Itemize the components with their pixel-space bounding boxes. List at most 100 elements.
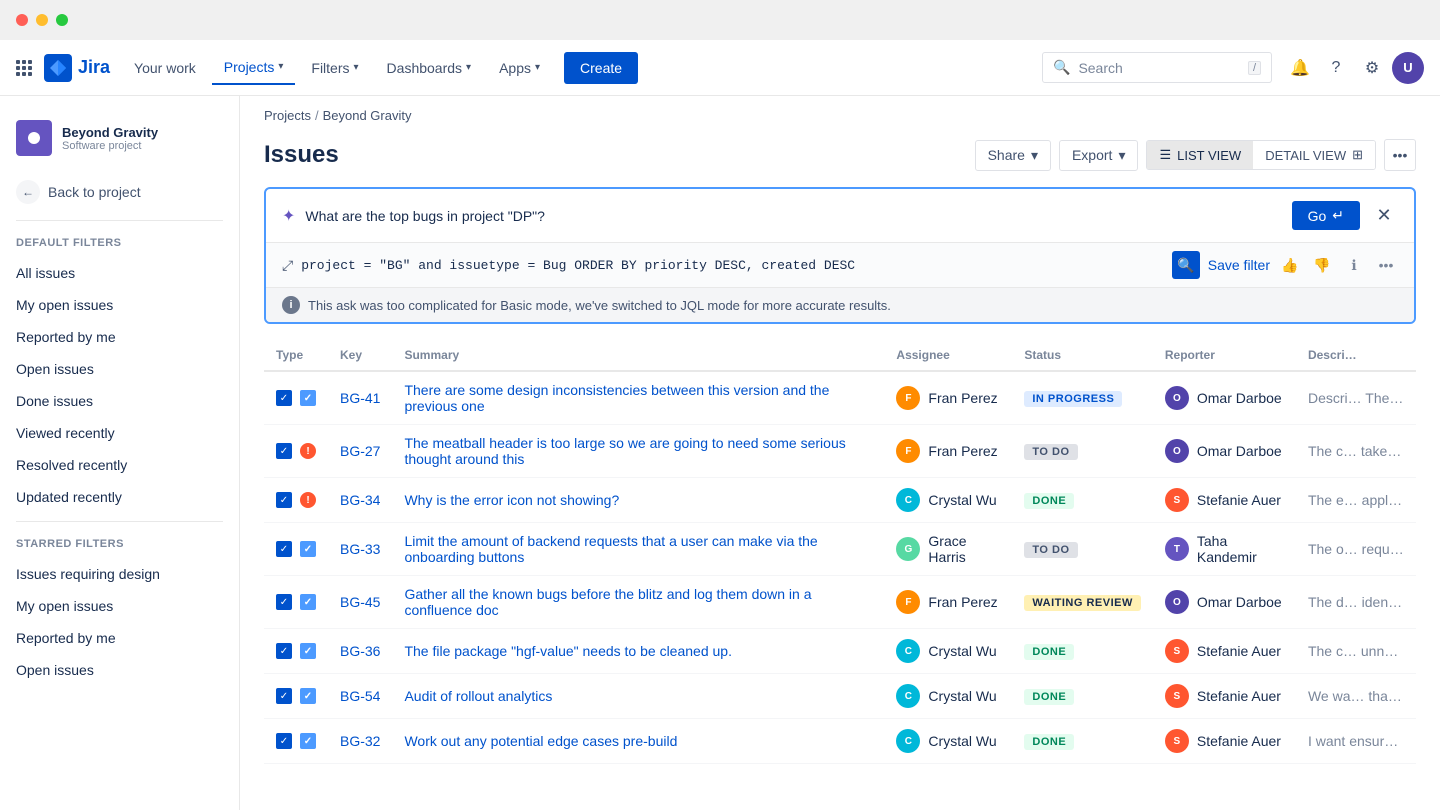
issue-key-link[interactable]: BG-33 — [340, 541, 380, 557]
detail-view-button[interactable]: DETAIL VIEW ⊞ — [1253, 141, 1375, 169]
filter-resolved-recently[interactable]: Resolved recently — [0, 449, 239, 481]
row-checkbox[interactable] — [276, 733, 292, 749]
jql-search-button[interactable]: 🔍 — [1172, 251, 1200, 279]
cell-type: ✓ — [264, 576, 328, 629]
row-checkbox[interactable] — [276, 643, 292, 659]
row-checkbox[interactable] — [276, 443, 292, 459]
filter-my-open-issues[interactable]: My open issues — [0, 289, 239, 321]
issue-key-link[interactable]: BG-41 — [340, 390, 380, 406]
grid-menu-icon[interactable] — [16, 60, 32, 76]
reporter-avatar: S — [1165, 684, 1189, 708]
issue-summary-link[interactable]: There are some design inconsistencies be… — [404, 382, 829, 414]
row-checkbox[interactable] — [276, 541, 292, 557]
issue-key-link[interactable]: BG-27 — [340, 443, 380, 459]
bug-type-icon: ! — [300, 492, 316, 508]
assignee-name: Fran Perez — [928, 594, 997, 610]
content-area: Issues Share ▾ Export ▾ ☰ LIST VIEW — [240, 123, 1440, 780]
table-row: ! BG-34 Why is the error icon not showing?… — [264, 478, 1416, 523]
filter-reported-by-me[interactable]: Reported by me — [0, 321, 239, 353]
project-type: Software project — [62, 140, 158, 152]
nav-your-work[interactable]: Your work — [122, 52, 208, 84]
filter-done-issues[interactable]: Done issues — [0, 385, 239, 417]
starred-filter-open[interactable]: Open issues — [0, 654, 239, 686]
starred-filter-my-open[interactable]: My open issues — [0, 590, 239, 622]
user-avatar[interactable]: U — [1392, 52, 1424, 84]
jql-input[interactable]: project = "BG" and issuetype = Bug ORDER… — [301, 258, 1164, 273]
thumbs-up-icon[interactable]: 👍 — [1278, 253, 1302, 277]
go-button[interactable]: Go ↵ — [1292, 201, 1360, 230]
list-view-button[interactable]: ☰ LIST VIEW — [1147, 141, 1253, 169]
settings-button[interactable]: ⚙ — [1356, 52, 1388, 84]
issue-summary-link[interactable]: Limit the amount of backend requests tha… — [404, 533, 817, 565]
project-name: Beyond Gravity — [62, 125, 158, 140]
nav-dashboards[interactable]: Dashboards ▾ — [375, 52, 484, 84]
issue-summary-link[interactable]: The meatball header is too large so we a… — [404, 435, 845, 467]
cell-assignee: CCrystal Wu — [884, 674, 1012, 719]
row-checkbox[interactable] — [276, 688, 292, 704]
starred-filter-reported[interactable]: Reported by me — [0, 622, 239, 654]
cell-reporter: SStefanie Auer — [1153, 719, 1296, 764]
jira-logo[interactable]: Jira — [44, 54, 110, 82]
cell-summary: Why is the error icon not showing? — [392, 478, 884, 523]
assignee-avatar: G — [896, 537, 920, 561]
sidebar-divider-1 — [16, 220, 223, 221]
task-type-icon: ✓ — [300, 541, 316, 557]
help-button[interactable]: ? — [1320, 52, 1352, 84]
search-shortcut: / — [1248, 61, 1261, 75]
issue-summary-link[interactable]: Audit of rollout analytics — [404, 688, 552, 704]
search-bar[interactable]: 🔍 Search / — [1042, 52, 1272, 83]
breadcrumb-projects[interactable]: Projects — [264, 108, 311, 123]
cell-assignee: CCrystal Wu — [884, 478, 1012, 523]
cell-assignee: CCrystal Wu — [884, 719, 1012, 764]
close-dot[interactable] — [16, 14, 28, 26]
cell-reporter: OOmar Darboe — [1153, 576, 1296, 629]
issue-key-link[interactable]: BG-36 — [340, 643, 380, 659]
col-type: Type — [264, 340, 328, 371]
jql-more-icon[interactable]: ••• — [1374, 253, 1398, 277]
col-reporter: Reporter — [1153, 340, 1296, 371]
issue-key-link[interactable]: BG-45 — [340, 594, 380, 610]
issue-summary-link[interactable]: Why is the error icon not showing? — [404, 492, 619, 508]
nav-projects[interactable]: Projects ▾ — [212, 51, 296, 85]
thumbs-down-icon[interactable]: 👎 — [1310, 253, 1334, 277]
jql-expand-icon[interactable]: ⤢ — [282, 257, 293, 274]
issue-summary-link[interactable]: Gather all the known bugs before the bli… — [404, 586, 811, 618]
reporter-name: Stefanie Auer — [1197, 733, 1281, 749]
notifications-button[interactable]: 🔔 — [1284, 52, 1316, 84]
starred-filter-design[interactable]: Issues requiring design — [0, 558, 239, 590]
issue-summary-link[interactable]: The file package "hgf-value" needs to be… — [404, 643, 732, 659]
breadcrumb-beyond-gravity[interactable]: Beyond Gravity — [323, 108, 412, 123]
more-options-button[interactable]: ••• — [1384, 139, 1416, 171]
status-badge: IN PROGRESS — [1024, 391, 1122, 407]
issue-key-link[interactable]: BG-34 — [340, 492, 380, 508]
maximize-dot[interactable] — [56, 14, 68, 26]
task-type-icon: ✓ — [300, 688, 316, 704]
cell-key: BG-27 — [328, 425, 392, 478]
issue-key-link[interactable]: BG-54 — [340, 688, 380, 704]
page-title: Issues — [264, 141, 975, 169]
row-checkbox[interactable] — [276, 390, 292, 406]
minimize-dot[interactable] — [36, 14, 48, 26]
jql-bar: ⤢ project = "BG" and issuetype = Bug ORD… — [266, 242, 1414, 287]
create-button[interactable]: Create — [564, 52, 638, 84]
cell-description: We wa… that t… — [1296, 674, 1416, 719]
export-button[interactable]: Export ▾ — [1059, 140, 1139, 171]
close-query-button[interactable]: ✕ — [1370, 202, 1398, 230]
project-header: Beyond Gravity Software project — [0, 112, 239, 172]
nav-filters[interactable]: Filters ▾ — [299, 52, 370, 84]
back-to-project[interactable]: ← Back to project — [0, 172, 239, 212]
share-button[interactable]: Share ▾ — [975, 140, 1051, 171]
jql-info-icon[interactable]: ℹ — [1342, 253, 1366, 277]
filter-updated-recently[interactable]: Updated recently — [0, 481, 239, 513]
row-checkbox[interactable] — [276, 594, 292, 610]
row-checkbox[interactable] — [276, 492, 292, 508]
issue-key-link[interactable]: BG-32 — [340, 733, 380, 749]
nav-apps[interactable]: Apps ▾ — [487, 52, 552, 84]
issue-summary-link[interactable]: Work out any potential edge cases pre-bu… — [404, 733, 677, 749]
save-filter-button[interactable]: Save filter — [1208, 257, 1270, 273]
filter-open-issues[interactable]: Open issues — [0, 353, 239, 385]
filter-viewed-recently[interactable]: Viewed recently — [0, 417, 239, 449]
sidebar: Beyond Gravity Software project ← Back t… — [0, 96, 240, 810]
cell-description: I want ensur… — [1296, 719, 1416, 764]
filter-all-issues[interactable]: All issues — [0, 257, 239, 289]
